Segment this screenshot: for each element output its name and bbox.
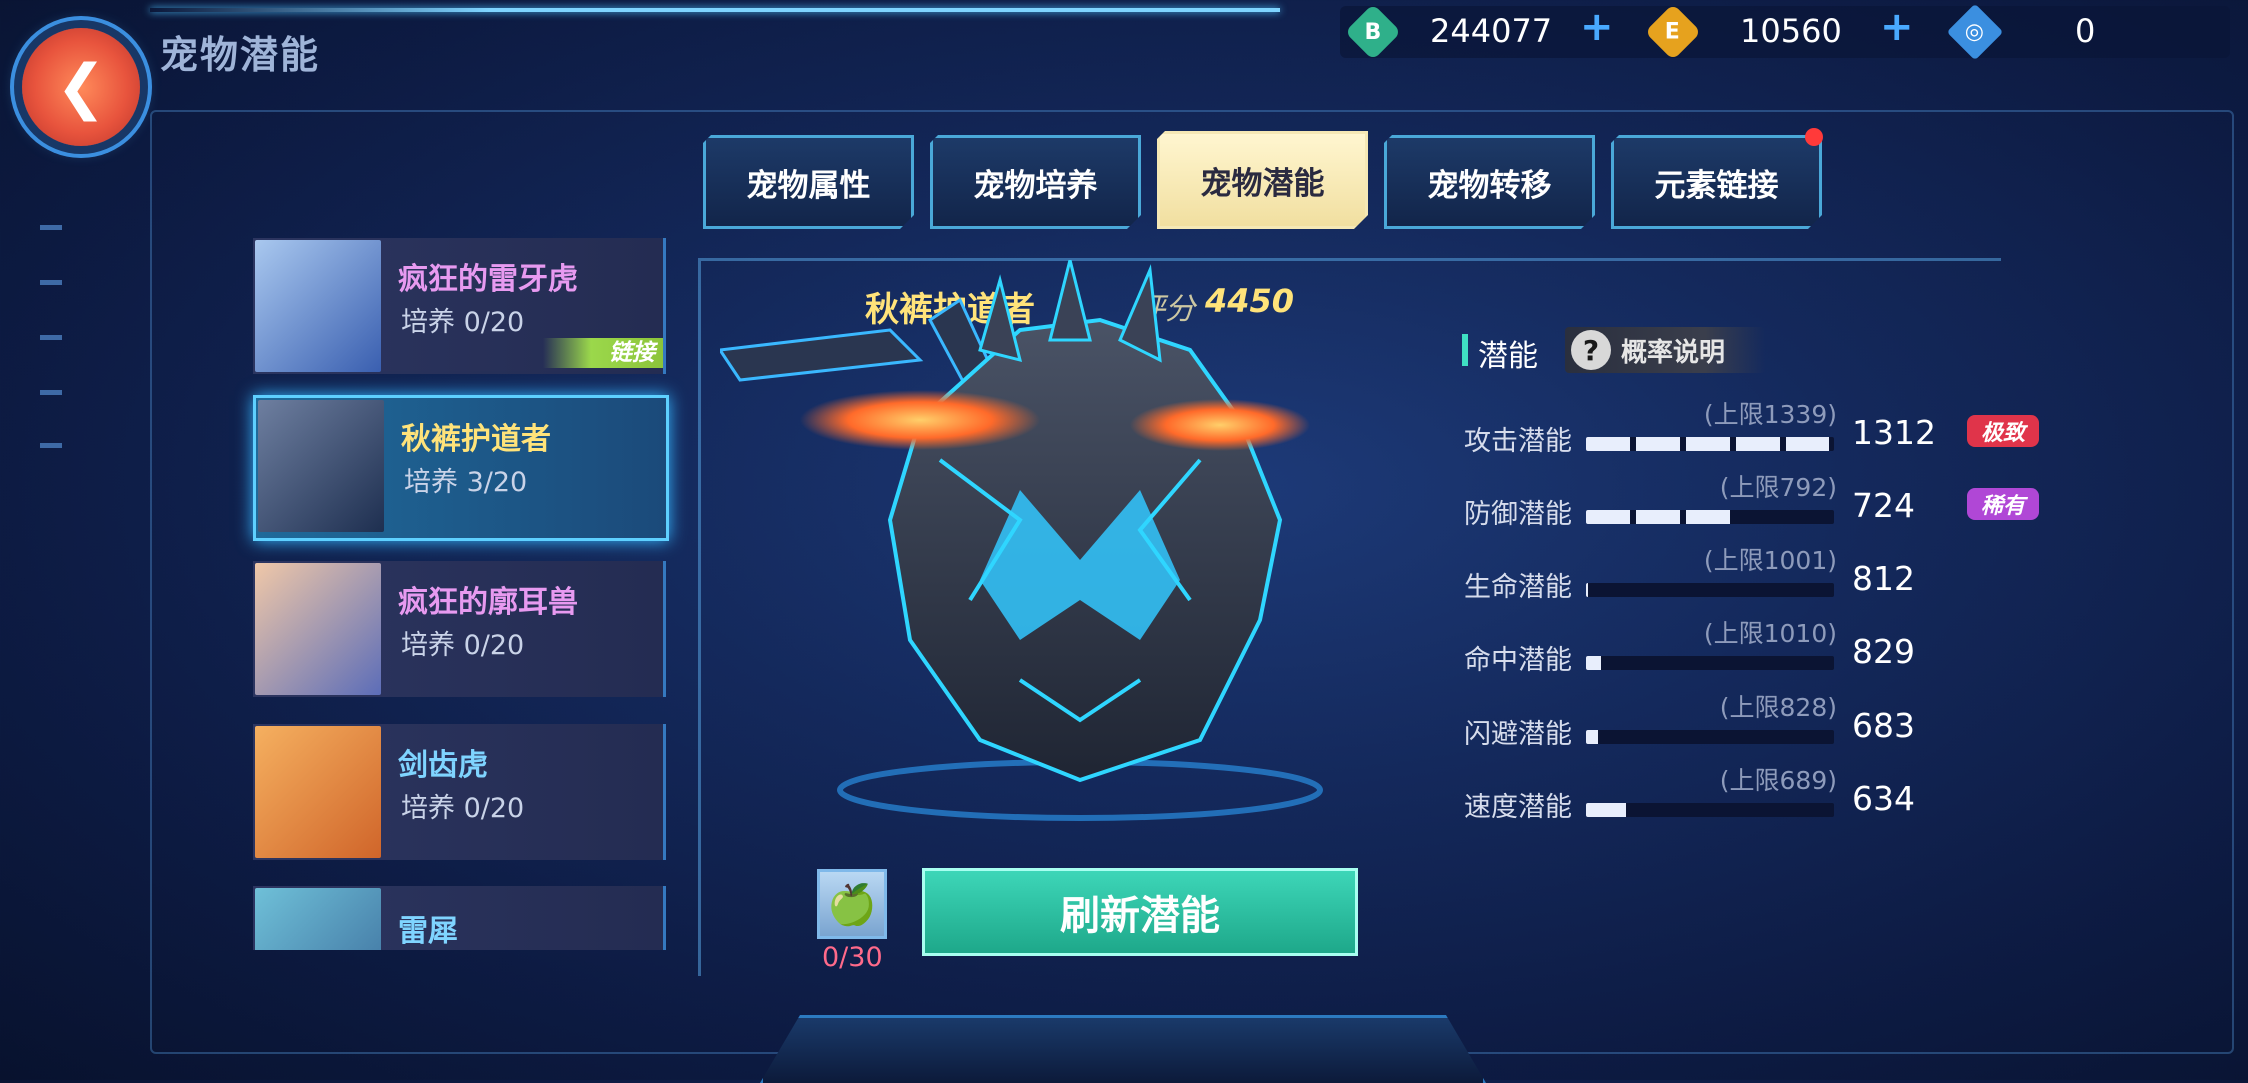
stat-bar-fill [1586,730,1599,744]
stat-rarity-badge: 极致 [1967,415,2039,447]
add-e-coin-button[interactable]: + [1880,4,1914,50]
pet-name: 雷犀 [398,914,458,949]
tab-pet-potential[interactable]: 宠物潜能 [1157,131,1368,229]
tab-pet-attributes[interactable]: 宠物属性 [703,135,914,229]
stat-value: 812 [1852,559,1915,598]
stat-bar [1586,583,1834,597]
stat-bar-fill [1586,656,1601,670]
pet-train-progress: 培养 0/20 [401,630,525,661]
pet-avatar [255,563,381,695]
pet-avatar [255,240,381,372]
tab-pet-transfer[interactable]: 宠物转移 [1384,135,1595,229]
stat-name: 防御潜能 [1464,499,1572,530]
stat-value: 829 [1852,632,1915,671]
bottom-decoration [760,1015,1486,1083]
stat-rarity-badge: 稀有 [1967,488,2039,520]
potential-stat-row: 生命潜能 (上限1001) 812 [1462,541,2062,611]
pet-list-item-selected[interactable]: 秋裤护道者 培养 3/20 [253,395,669,541]
stat-value: 683 [1852,706,1915,745]
stat-name: 攻击潜能 [1464,426,1572,457]
stat-bar [1586,656,1834,670]
stat-cap: (上限1010) [1703,619,1837,648]
pet-model-image [720,260,1323,821]
back-arrow-icon: ❮ [55,52,107,122]
potential-header-marker [1462,334,1468,366]
stat-name: 速度潜能 [1464,792,1572,823]
probability-info-label: 概率说明 [1621,337,1726,368]
pet-name: 秋裤护道者 [401,422,551,457]
stat-value: 724 [1852,486,1915,525]
side-dash [40,225,62,230]
pet-avatar [255,888,381,950]
stat-value: 634 [1852,779,1915,818]
potential-header: 潜能 [1478,339,1538,374]
pet-list-item[interactable]: 剑齿虎 培养 0/20 [253,724,666,860]
pet-list-item[interactable]: 雷犀 [253,886,666,950]
stat-bar-fill [1586,510,1735,524]
e-coin-value: 10560 [1740,12,1842,50]
stat-cap: (上限689) [1719,766,1837,795]
page-title: 宠物潜能 [160,33,321,77]
refresh-potential-button[interactable]: 刷新潜能 [922,868,1358,956]
ticket-value: 0 [2075,12,2096,50]
pet-train-progress: 培养 0/20 [401,307,525,338]
add-b-coin-button[interactable]: + [1580,4,1614,50]
frame-top-line [150,8,1280,12]
stat-bar [1586,730,1834,744]
stat-bar-fill [1586,803,1626,817]
pet-train-progress: 培养 3/20 [404,467,528,498]
stat-bar [1586,510,1834,524]
pet-name: 剑齿虎 [398,748,488,783]
link-badge: 链接 [543,338,663,368]
pet-list-item[interactable]: 疯狂的廓耳兽 培养 0/20 [253,561,666,697]
tab-element-link[interactable]: 元素链接 [1611,135,1822,229]
fruit-count: 0/30 [822,942,883,973]
stat-bar [1586,437,1834,451]
stat-cap: (上限792) [1719,473,1837,502]
side-dash [40,390,62,395]
stat-bar [1586,803,1834,817]
pet-train-progress: 培养 0/20 [401,793,525,824]
side-dash [40,335,62,340]
b-coin-value: 244077 [1430,12,1553,50]
potential-stat-row: 速度潜能 (上限689) 634 [1462,761,2062,831]
stat-name: 命中潜能 [1464,645,1572,676]
stat-value: 1312 [1852,413,1936,452]
pet-avatar [258,400,384,532]
stat-cap: (上限1001) [1703,546,1837,575]
notification-dot [1805,128,1823,146]
probability-info-button[interactable]: ? 概率说明 [1565,327,1765,373]
pet-avatar [255,726,381,858]
potential-stat-row: 闪避潜能 (上限828) 683 [1462,688,2062,758]
pet-name: 疯狂的廓耳兽 [398,585,578,620]
potential-stat-row: 防御潜能 (上限792) 724 稀有 [1462,468,2062,538]
potential-stat-row: 攻击潜能 (上限1339) 1312 极致 [1462,395,2062,465]
side-dash [40,443,62,448]
potential-stat-row: 命中潜能 (上限1010) 829 [1462,614,2062,684]
stat-cap: (上限828) [1719,693,1837,722]
side-dash [40,280,62,285]
apple-icon[interactable]: 🍏 [817,869,887,939]
stat-cap: (上限1339) [1703,400,1837,429]
back-button[interactable]: ❮ [22,28,140,146]
pet-list-item[interactable]: 疯狂的雷牙虎 培养 0/20 链接 [253,238,666,374]
tab-pet-training[interactable]: 宠物培养 [930,135,1141,229]
stat-name: 生命潜能 [1464,572,1572,603]
pet-name: 疯狂的雷牙虎 [398,262,578,297]
stat-name: 闪避潜能 [1464,719,1572,750]
stat-bar-fill [1586,437,1830,451]
stat-bar-fill [1586,583,1589,597]
question-icon: ? [1571,330,1611,370]
